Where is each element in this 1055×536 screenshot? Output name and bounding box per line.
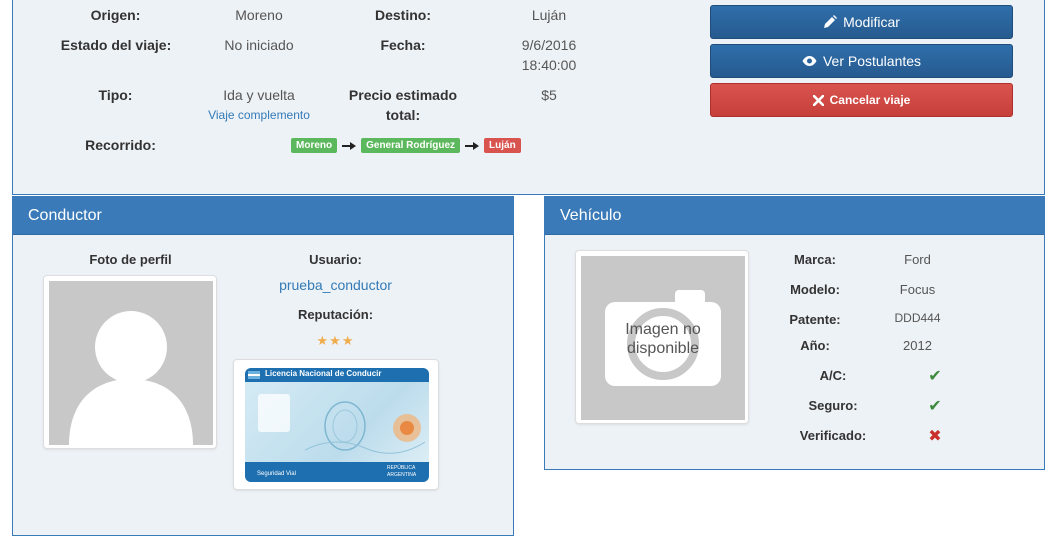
fecha-label: Fecha: — [380, 37, 426, 53]
reputacion-label: Reputación: — [297, 307, 374, 322]
vehiculo-card-title: Vehículo — [545, 197, 1044, 235]
reputation-stars: ★★★ — [316, 333, 355, 348]
no-image-line2: disponible — [626, 340, 700, 357]
marca-value: Ford — [904, 252, 931, 267]
license-photo: Licencia Nacional de Conducir Seguridad … — [233, 359, 439, 490]
route-stop-destination: Luján — [484, 138, 521, 153]
arrow-right-icon — [342, 141, 357, 150]
close-icon — [812, 94, 824, 106]
check-icon: ✔ — [928, 398, 942, 415]
anio-label: Año: — [800, 338, 830, 353]
tipo-value: Ida y vuelta — [223, 87, 295, 103]
fecha-time: 18:40:00 — [521, 57, 577, 73]
route-stop-origin: Moreno — [291, 138, 338, 153]
license-footer-left: Seguridad Vial — [257, 471, 296, 477]
license-header-text: Licencia Nacional de Conducir — [265, 369, 382, 378]
seguro-label: Seguro: — [808, 398, 858, 413]
fecha-date: 9/6/2016 — [521, 37, 577, 53]
modificar-button[interactable]: Modificar — [710, 5, 1013, 39]
usuario-link[interactable]: prueba_conductor — [253, 277, 418, 293]
ver-postulantes-button[interactable]: Ver Postulantes — [710, 44, 1013, 78]
estado-value: No iniciado — [224, 37, 294, 53]
usuario-label: Usuario: — [309, 252, 362, 267]
license-card: Licencia Nacional de Conducir Seguridad … — [245, 368, 429, 482]
destino-value: Luján — [531, 7, 567, 23]
cross-icon: ✖ — [928, 428, 942, 445]
cancelar-viaje-button[interactable]: Cancelar viaje — [710, 83, 1013, 117]
ac-label: A/C: — [819, 368, 847, 383]
destino-label: Destino: — [375, 7, 431, 23]
route-path: Moreno General Rodríguez Luján — [291, 137, 521, 154]
viaje-complemento-link[interactable]: Viaje complemento — [189, 108, 329, 122]
argentina-flag-icon — [248, 371, 260, 379]
precio-label-line2: total: — [385, 107, 421, 123]
recorrido-label: Recorrido: — [85, 137, 156, 153]
profile-photo — [43, 275, 217, 449]
arrow-right-icon — [465, 141, 480, 150]
vehicle-photo-placeholder: Imagen no disponible — [581, 256, 745, 420]
license-pattern — [305, 401, 425, 454]
estado-label: Estado del viaje: — [60, 37, 172, 53]
precio-value: $5 — [541, 87, 557, 103]
patente-label: Patente: — [789, 312, 841, 327]
precio-label-line1: Precio estimado — [348, 87, 458, 103]
anio-value: 2012 — [903, 338, 932, 353]
eye-icon — [802, 56, 817, 66]
no-image-text: Imagen no disponible — [581, 320, 745, 358]
vehicle-photo: Imagen no disponible — [575, 250, 749, 424]
check-icon: ✔ — [928, 368, 942, 385]
vehiculo-card: Vehículo Imagen no disponible Marca: For… — [544, 196, 1045, 470]
conductor-card: Conductor Foto de perfil Usuario: prueba… — [12, 196, 514, 536]
marca-label: Marca: — [794, 252, 836, 267]
verificado-label: Verificado: — [799, 428, 867, 443]
license-footer-right-2: ARGENTINA — [387, 472, 417, 478]
modificar-label: Modificar — [843, 14, 900, 30]
foto-perfil-label: Foto de perfil — [89, 252, 172, 267]
conductor-card-title: Conductor — [13, 197, 513, 235]
origen-label: Origen: — [90, 7, 141, 23]
modelo-label: Modelo: — [790, 282, 840, 297]
no-image-line1: Imagen no — [625, 321, 701, 338]
license-footer-right-1: REPÚBLICA — [387, 465, 416, 471]
cancelar-viaje-label: Cancelar viaje — [829, 93, 911, 107]
patente-value: DDD444 — [894, 311, 941, 325]
route-stop-intermediate: General Rodríguez — [361, 138, 461, 153]
license-photo-slot — [258, 394, 290, 432]
origen-value: Moreno — [235, 7, 283, 23]
modelo-value: Focus — [899, 282, 936, 297]
tipo-label: Tipo: — [98, 87, 133, 103]
user-avatar-icon — [49, 281, 213, 445]
ver-postulantes-label: Ver Postulantes — [822, 53, 922, 69]
pencil-icon — [824, 15, 838, 28]
